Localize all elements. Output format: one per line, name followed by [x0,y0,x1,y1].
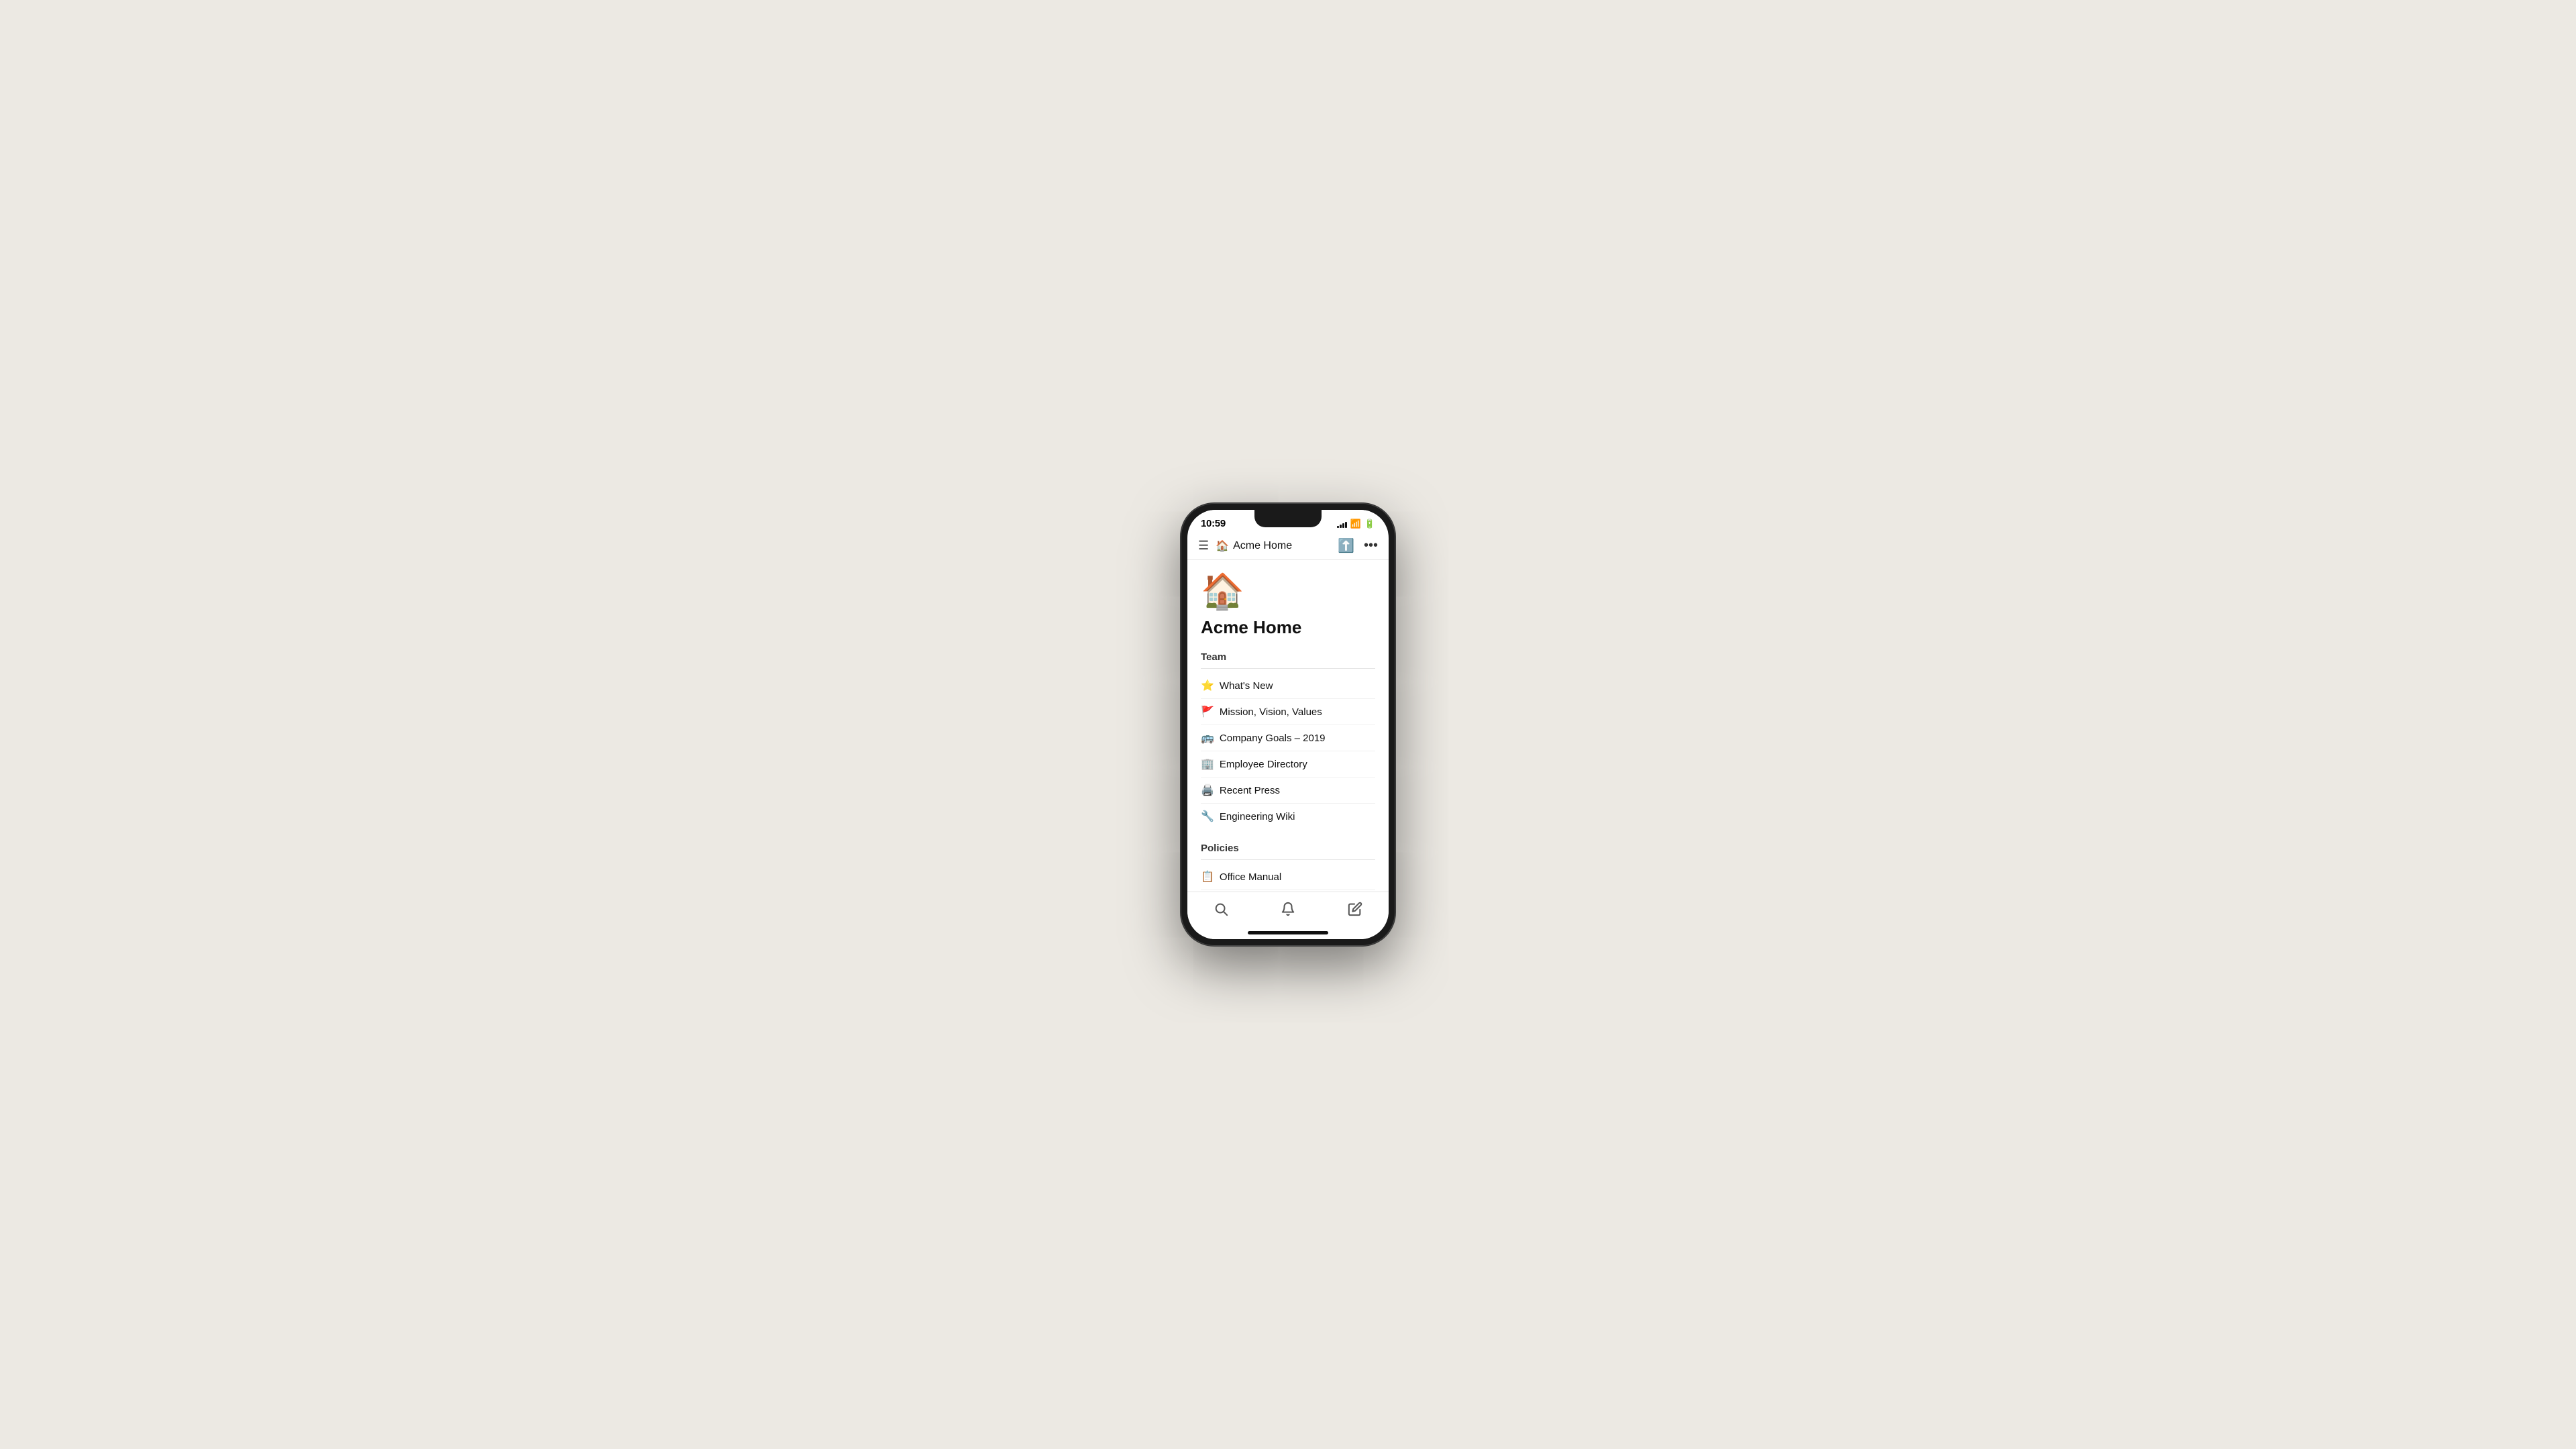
phone-screen: 10:59 📶 🔋 ☰ 🏠 Acme [1187,510,1389,939]
company-goals-label: Company Goals – 2019 [1220,733,1326,744]
page-content: 🏠 Acme Home Team ⭐ What's New 🚩 Mission,… [1187,560,1389,892]
list-item[interactable]: ⭐ What's New [1201,673,1375,699]
employee-directory-icon: 🏢 [1201,757,1214,771]
search-icon [1214,902,1228,920]
policies-section: Policies 📋 Office Manual 🚗 Vacation Poli… [1201,843,1375,892]
status-icons: 📶 🔋 [1337,519,1375,529]
engineering-wiki-icon: 🔧 [1201,810,1214,823]
bell-icon [1281,902,1295,920]
phone-device: 10:59 📶 🔋 ☰ 🏠 Acme [1181,503,1395,946]
page-emoji: 🏠 [1201,571,1375,612]
notch [1254,510,1322,527]
search-tab[interactable] [1200,899,1242,923]
recent-press-icon: 🖨️ [1201,784,1214,797]
whats-new-label: What's New [1220,680,1273,692]
signal-bars-icon [1337,520,1347,528]
team-section: Team ⭐ What's New 🚩 Mission, Vision, Val… [1201,651,1375,829]
list-item[interactable]: 🏢 Employee Directory [1201,751,1375,777]
mission-icon: 🚩 [1201,705,1214,718]
list-item[interactable]: 🔧 Engineering Wiki [1201,804,1375,829]
compose-icon [1348,902,1362,920]
list-item[interactable]: 🚌 Company Goals – 2019 [1201,725,1375,751]
recent-press-label: Recent Press [1220,785,1280,796]
tab-bar [1187,892,1389,926]
mission-label: Mission, Vision, Values [1220,706,1322,718]
wifi-icon: 📶 [1350,519,1361,529]
battery-icon: 🔋 [1364,519,1375,529]
engineering-wiki-label: Engineering Wiki [1220,811,1295,822]
company-goals-icon: 🚌 [1201,731,1214,745]
compose-tab[interactable] [1334,899,1376,923]
hamburger-menu-icon[interactable]: ☰ [1198,539,1209,553]
notifications-tab[interactable] [1267,899,1309,923]
employee-directory-label: Employee Directory [1220,759,1307,770]
home-indicator [1187,926,1389,939]
status-time: 10:59 [1201,518,1226,529]
nav-bar: ☰ 🏠 Acme Home ⬆️ ••• [1187,532,1389,560]
nav-page-emoji: 🏠 [1216,539,1229,553]
office-manual-label: Office Manual [1220,871,1281,883]
nav-title: Acme Home [1233,540,1292,552]
more-options-icon[interactable]: ••• [1364,538,1378,553]
page-title: Acme Home [1201,617,1375,638]
share-icon[interactable]: ⬆️ [1338,537,1354,554]
policies-section-header: Policies [1201,843,1375,860]
whats-new-icon: ⭐ [1201,679,1214,692]
list-item[interactable]: 🖨️ Recent Press [1201,777,1375,804]
team-section-header: Team [1201,651,1375,669]
home-bar [1248,931,1328,934]
list-item[interactable]: 📋 Office Manual [1201,864,1375,890]
office-manual-icon: 📋 [1201,870,1214,883]
list-item[interactable]: 🚩 Mission, Vision, Values [1201,699,1375,725]
